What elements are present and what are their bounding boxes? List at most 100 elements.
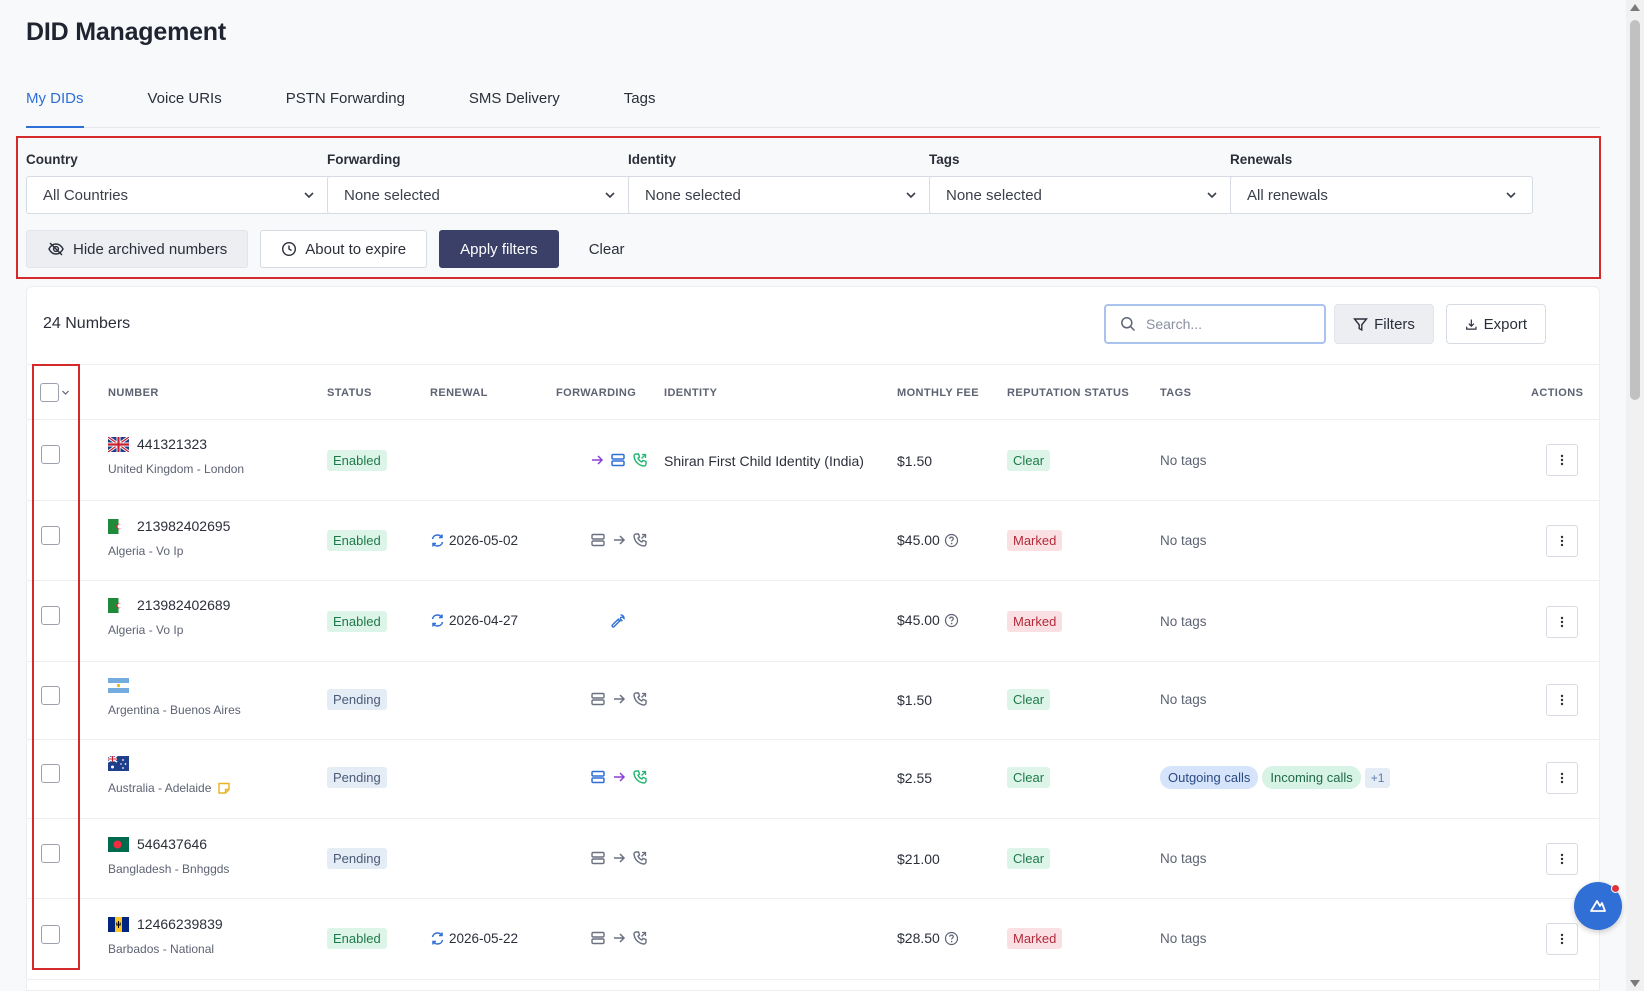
row-actions-button[interactable] bbox=[1546, 444, 1578, 476]
clear-button[interactable]: Clear bbox=[571, 230, 643, 268]
country-value: All Countries bbox=[43, 186, 129, 204]
about-to-expire-button[interactable]: About to expire bbox=[260, 230, 428, 268]
reputation-badge: Marked bbox=[1007, 928, 1063, 949]
number-location-wrap: Australia - Adelaide bbox=[108, 781, 231, 795]
row-checkbox[interactable] bbox=[41, 526, 60, 545]
row-actions-button[interactable] bbox=[1546, 843, 1578, 875]
number-location: United Kingdom - London bbox=[108, 462, 245, 476]
scrollbar-thumb[interactable] bbox=[1630, 20, 1640, 400]
table-header: NUMBER STATUS RENEWAL FORWARDING IDENTIT… bbox=[26, 364, 1600, 420]
hide-archived-button[interactable]: Hide archived numbers bbox=[26, 230, 249, 268]
bangladesh-flag-icon bbox=[108, 837, 129, 853]
col-tags: TAGS bbox=[1160, 387, 1192, 399]
chat-widget-icon bbox=[1590, 900, 1606, 912]
phone-icon bbox=[633, 533, 647, 547]
number-value: 213982402695 bbox=[137, 518, 231, 534]
status-badge: Pending bbox=[327, 689, 387, 710]
row-checkbox[interactable] bbox=[41, 445, 60, 464]
server-icon bbox=[591, 770, 605, 784]
search-input[interactable] bbox=[1146, 316, 1306, 332]
wrench-icon bbox=[611, 614, 625, 628]
table-row: 213982402695 Algeria - Vo Ip Enabled 202… bbox=[26, 501, 1600, 581]
row-actions-button[interactable] bbox=[1546, 684, 1578, 716]
fee-value: $28.50 bbox=[897, 930, 940, 946]
chevron-down-icon bbox=[1506, 192, 1516, 199]
server-icon bbox=[591, 931, 605, 945]
tags-select[interactable]: None selected bbox=[929, 176, 1234, 214]
row-actions-button[interactable] bbox=[1546, 525, 1578, 557]
tags-value: No tags bbox=[1160, 851, 1207, 866]
arrow-right-icon bbox=[614, 853, 626, 863]
country-select[interactable]: All Countries bbox=[26, 176, 331, 214]
tab-tags[interactable]: Tags bbox=[624, 69, 656, 127]
row-actions-button[interactable] bbox=[1546, 762, 1578, 794]
renewal-cell: 2026-04-27 bbox=[430, 613, 518, 628]
tags-value: No tags bbox=[1160, 453, 1207, 468]
australia-flag-icon bbox=[108, 756, 129, 772]
note-icon[interactable] bbox=[217, 781, 231, 795]
row-checkbox[interactable] bbox=[41, 925, 60, 944]
server-icon bbox=[591, 851, 605, 865]
more-tags-badge[interactable]: +1 bbox=[1364, 768, 1391, 788]
chevron-down-icon[interactable] bbox=[61, 388, 70, 397]
col-renewal: RENEWAL bbox=[430, 387, 488, 399]
number-cell: 12466239839 Barbados - National bbox=[108, 916, 223, 956]
fee-cell: $45.00 bbox=[897, 532, 959, 548]
scroll-down-arrow[interactable] bbox=[1630, 980, 1640, 987]
help-circle-icon[interactable] bbox=[944, 533, 959, 548]
table-row: 12466239839 Barbados - National Enabled … bbox=[26, 899, 1600, 980]
export-button[interactable]: Export bbox=[1446, 304, 1546, 344]
help-circle-icon[interactable] bbox=[944, 613, 959, 628]
tab-voice-uris[interactable]: Voice URIs bbox=[148, 69, 222, 127]
row-checkbox[interactable] bbox=[41, 606, 60, 625]
row-actions-button[interactable] bbox=[1546, 606, 1578, 638]
reputation-badge: Clear bbox=[1007, 767, 1051, 788]
forwarding-icons bbox=[590, 452, 648, 468]
reputation-badge: Clear bbox=[1007, 689, 1051, 710]
help-widget-button[interactable] bbox=[1574, 882, 1622, 930]
number-location: Barbados - National bbox=[108, 942, 215, 956]
number-cell: 213982402689 Algeria - Vo Ip bbox=[108, 597, 230, 637]
forwarding-value: None selected bbox=[344, 186, 440, 204]
scroll-up-arrow[interactable] bbox=[1630, 4, 1640, 11]
renewals-label: Renewals bbox=[1230, 152, 1293, 167]
renew-icon bbox=[431, 534, 444, 547]
select-all-checkbox[interactable] bbox=[40, 383, 59, 402]
row-checkbox[interactable] bbox=[41, 686, 60, 705]
tab-sms-delivery[interactable]: SMS Delivery bbox=[469, 69, 560, 127]
status-badge: Enabled bbox=[327, 450, 387, 471]
tags-cell: Outgoing calls Incoming calls +1 bbox=[1160, 766, 1394, 789]
algeria-flag-icon bbox=[108, 598, 129, 614]
more-vertical-icon bbox=[1560, 454, 1564, 466]
row-checkbox[interactable] bbox=[41, 844, 60, 863]
help-circle-icon[interactable] bbox=[944, 931, 959, 946]
filters-button[interactable]: Filters bbox=[1334, 304, 1434, 344]
forwarding-select[interactable]: None selected bbox=[327, 176, 632, 214]
tab-bar: My DIDs Voice URIs PSTN Forwarding SMS D… bbox=[26, 70, 1600, 128]
notification-dot bbox=[1611, 884, 1620, 893]
chevron-down-icon bbox=[906, 192, 916, 199]
fee-value: $1.50 bbox=[897, 453, 933, 469]
eye-off-icon bbox=[48, 242, 64, 256]
tags-label: Tags bbox=[929, 152, 960, 167]
col-actions: ACTIONS bbox=[1531, 387, 1584, 399]
page-scrollbar[interactable] bbox=[1626, 0, 1644, 991]
renewals-filter: Renewals All renewals bbox=[1230, 152, 1533, 214]
row-actions-button[interactable] bbox=[1546, 923, 1578, 955]
col-reputation: REPUTATION STATUS bbox=[1007, 387, 1130, 399]
select-all bbox=[40, 383, 70, 402]
number-value: 441321323 bbox=[137, 436, 208, 452]
tag-pill[interactable]: Incoming calls bbox=[1262, 766, 1361, 789]
tab-my-dids[interactable]: My DIDs bbox=[26, 69, 84, 128]
tab-pstn-forwarding[interactable]: PSTN Forwarding bbox=[286, 69, 405, 127]
identity-select[interactable]: None selected bbox=[628, 176, 933, 214]
apply-filters-button[interactable]: Apply filters bbox=[439, 230, 559, 268]
uk-flag-icon bbox=[108, 437, 129, 453]
forwarding-label: Forwarding bbox=[327, 152, 401, 167]
row-checkbox[interactable] bbox=[41, 764, 60, 783]
status-badge: Enabled bbox=[327, 611, 387, 632]
arrow-right-icon bbox=[614, 772, 626, 782]
tag-pill[interactable]: Outgoing calls bbox=[1160, 766, 1259, 789]
filters-button-label: Filters bbox=[1374, 315, 1415, 333]
renewals-select[interactable]: All renewals bbox=[1230, 176, 1533, 214]
